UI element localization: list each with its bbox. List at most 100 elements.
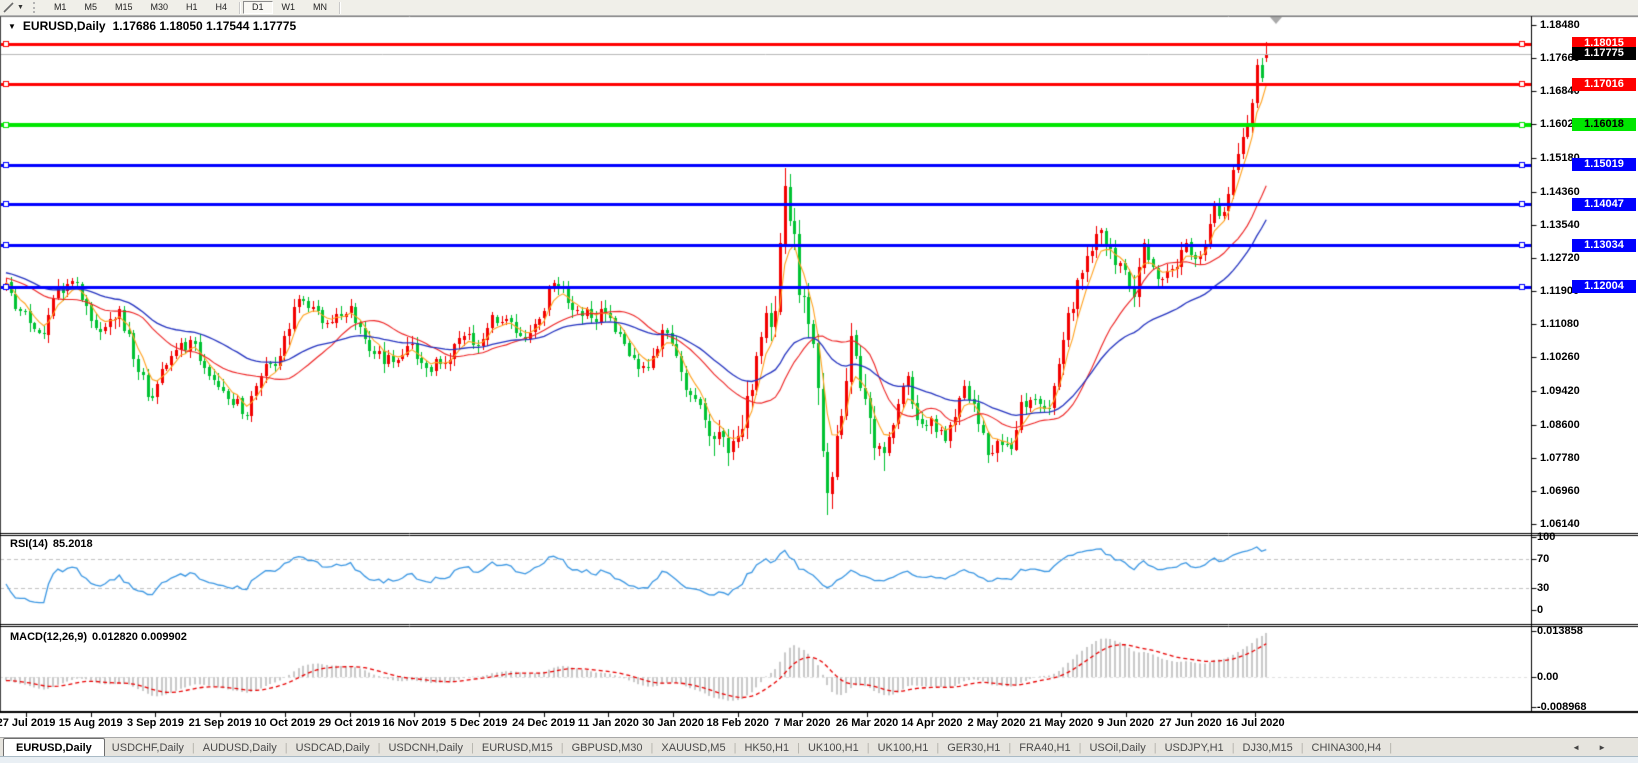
rsi-axis-tick: 100	[1537, 531, 1555, 543]
rsi-axis-tick: 70	[1537, 553, 1549, 565]
chart-tab-eurusd-m15[interactable]: EURUSD,M15	[475, 738, 560, 757]
timeframe-button-d1[interactable]: D1	[243, 1, 273, 14]
tab-separator: |	[936, 738, 939, 757]
chart-tab-china300-h4[interactable]: CHINA300,H4	[1305, 738, 1389, 757]
macd-axis-tick: 0.00	[1537, 671, 1558, 683]
date-axis-label: 29 Oct 2019	[319, 717, 380, 729]
macd-axis-tick: -0.008968	[1537, 701, 1587, 713]
rsi-indicator-label: RSI(14) 85.2018	[10, 538, 93, 550]
price-axis-tick: 1.18480	[1540, 19, 1580, 31]
price-level-badge: 1.16018	[1572, 118, 1636, 131]
chart-tab-usdchf-daily[interactable]: USDCHF,Daily	[105, 738, 191, 757]
timeframe-button-mn[interactable]: MN	[304, 1, 336, 14]
price-axis-tick: 1.14360	[1540, 186, 1580, 198]
tab-scroll-right-icon[interactable]: ►	[1598, 743, 1606, 752]
tab-separator: |	[1389, 738, 1392, 757]
date-axis-label: 26 Mar 2020	[836, 717, 898, 729]
timeframe-button-w1[interactable]: W1	[273, 1, 305, 14]
chart-canvas[interactable]	[0, 0, 1638, 763]
toolbar-separator	[339, 2, 340, 14]
chart-tab-eurusd-daily[interactable]: EURUSD,Daily	[3, 738, 105, 757]
timeframe-button-h4[interactable]: H4	[207, 1, 237, 14]
chart-tab-usdcad-daily[interactable]: USDCAD,Daily	[289, 738, 377, 757]
date-axis-label: 21 Sep 2019	[189, 717, 252, 729]
timeframe-button-m30[interactable]: M30	[141, 1, 177, 14]
chart-tab-uk100-h1[interactable]: UK100,H1	[871, 738, 936, 757]
timeframe-button-m5[interactable]: M5	[75, 1, 106, 14]
price-axis-tick: 1.07780	[1540, 452, 1580, 464]
tab-separator: |	[1232, 738, 1235, 757]
rsi-name: RSI(14)	[10, 538, 48, 550]
chart-symbol-label: EURUSD,Daily	[23, 19, 106, 33]
tab-separator: |	[651, 738, 654, 757]
toolbar-grip[interactable]	[33, 2, 38, 13]
rsi-value: 85.2018	[53, 538, 93, 550]
date-axis-label: 10 Oct 2019	[254, 717, 315, 729]
tab-separator: |	[471, 738, 474, 757]
date-axis-label: 16 Jul 2020	[1226, 717, 1285, 729]
rsi-axis-tick: 30	[1537, 582, 1549, 594]
price-level-badge: 1.13034	[1572, 239, 1636, 252]
date-axis-label: 11 Jan 2020	[578, 717, 639, 729]
line-studies-icon[interactable]	[1, 2, 15, 14]
chart-tab-xauusd-m5[interactable]: XAUUSD,M5	[654, 738, 732, 757]
chart-tab-gbpusd-m30[interactable]: GBPUSD,M30	[565, 738, 650, 757]
tab-separator: |	[734, 738, 737, 757]
price-axis-tick: 1.11080	[1540, 318, 1579, 330]
price-level-badge: 1.12004	[1572, 280, 1636, 293]
price-axis-tick: 1.06960	[1540, 485, 1580, 497]
tab-separator: |	[1301, 738, 1304, 757]
status-strip	[0, 756, 1638, 763]
tab-separator: |	[797, 738, 800, 757]
macd-axis-tick: 0.013858	[1537, 625, 1583, 637]
date-axis-label: 5 Dec 2019	[450, 717, 507, 729]
tab-separator: |	[285, 738, 288, 757]
timeframe-button-h1[interactable]: H1	[177, 1, 207, 14]
date-axis-label: 3 Sep 2019	[127, 717, 184, 729]
price-axis-tick: 1.12720	[1540, 252, 1580, 264]
tab-separator: |	[561, 738, 564, 757]
date-axis-label: 2 May 2020	[967, 717, 1025, 729]
tab-separator: |	[1079, 738, 1082, 757]
price-level-badge: 1.14047	[1572, 198, 1636, 211]
date-axis-label: 30 Jan 2020	[642, 717, 704, 729]
date-axis-label: 9 Jun 2020	[1098, 717, 1154, 729]
tab-separator: |	[192, 738, 195, 757]
price-level-badge: 1.15019	[1572, 158, 1636, 171]
chart-tab-usdcnh-daily[interactable]: USDCNH,Daily	[381, 738, 470, 757]
price-axis-tick: 1.08600	[1540, 419, 1580, 431]
chart-tab-audusd-daily[interactable]: AUDUSD,Daily	[196, 738, 284, 757]
price-axis-tick: 1.09420	[1540, 385, 1580, 397]
chart-tab-usoil-daily[interactable]: USOil,Daily	[1082, 738, 1152, 757]
tab-separator: |	[1154, 738, 1157, 757]
price-axis-tick: 1.10260	[1540, 351, 1580, 363]
timeframe-button-m15[interactable]: M15	[106, 1, 142, 14]
macd-indicator-label: MACD(12,26,9) 0.012820 0.009902	[10, 631, 187, 643]
tab-scroll-arrows: ◄►	[1572, 738, 1638, 757]
tab-separator: |	[867, 738, 870, 757]
chart-tab-ger30-h1[interactable]: GER30,H1	[940, 738, 1007, 757]
tab-separator: |	[1008, 738, 1011, 757]
chart-title: ▼ EURUSD,Daily 1.17686 1.18050 1.17544 1…	[8, 19, 296, 33]
date-axis-label: 7 Mar 2020	[774, 717, 830, 729]
date-axis-label: 16 Nov 2019	[382, 717, 446, 729]
dropdown-arrow-icon[interactable]: ▼	[17, 4, 24, 11]
chart-tab-usdjpy-h1[interactable]: USDJPY,H1	[1158, 738, 1231, 757]
macd-name: MACD(12,26,9)	[10, 631, 87, 643]
chart-ohlc-values: 1.17686 1.18050 1.17544 1.17775	[113, 19, 297, 33]
trading-terminal-window: ▼ M1M5M15M30H1H4 D1W1MN ▼ EURUSD,Daily 1.…	[0, 0, 1638, 763]
chart-tab-bar: EURUSD,DailyUSDCHF,Daily|AUDUSD,Daily|US…	[0, 737, 1638, 757]
chart-tab-hk50-h1[interactable]: HK50,H1	[737, 738, 796, 757]
date-axis-label: 21 May 2020	[1029, 717, 1093, 729]
price-level-badge: 1.17016	[1572, 78, 1636, 91]
price-axis-tick: 1.13540	[1540, 219, 1580, 231]
date-axis-label: 27 Jun 2020	[1159, 717, 1221, 729]
chart-tab-dj30-m15[interactable]: DJ30,M15	[1236, 738, 1300, 757]
timeframe-button-m1[interactable]: M1	[45, 1, 76, 14]
rsi-axis-tick: 0	[1537, 604, 1543, 616]
chart-tab-fra40-h1[interactable]: FRA40,H1	[1012, 738, 1077, 757]
symbol-dropdown-icon[interactable]: ▼	[8, 22, 16, 31]
chart-tab-uk100-h1[interactable]: UK100,H1	[801, 738, 866, 757]
tab-scroll-left-icon[interactable]: ◄	[1572, 743, 1580, 752]
current-price-badge: 1.17775	[1572, 47, 1636, 60]
